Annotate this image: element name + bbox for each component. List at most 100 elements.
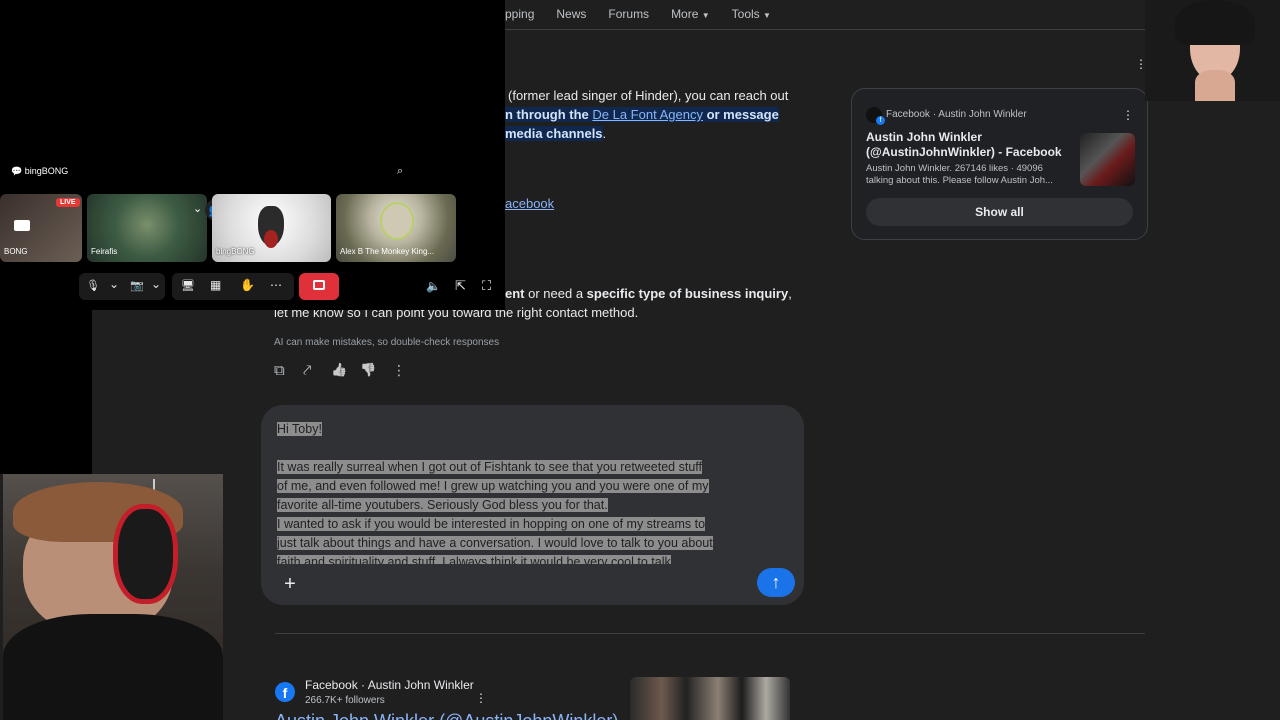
live-badge: LIVE xyxy=(56,198,80,207)
card-title-line: (@AustinJohnWinkler) - Facebook xyxy=(866,145,1062,159)
tab-tools-label: Tools xyxy=(731,7,760,21)
card-more-icon[interactable]: ⋮ xyxy=(1122,108,1134,122)
end-call-icon xyxy=(313,280,325,290)
app-label: 💬 bingBONG xyxy=(11,166,69,176)
thumbs-up-icon[interactable]: 👍 xyxy=(331,362,347,378)
period: . xyxy=(602,126,607,141)
ai-overview-line: media channels. xyxy=(505,124,606,143)
composer-line[interactable]: I wanted to ask if you would be interest… xyxy=(277,515,706,534)
result-title-link[interactable]: Austin John Winkler (@AustinJohnWinkler) xyxy=(275,710,618,720)
participant-tile[interactable]: Alex B The Monkey King... xyxy=(336,194,456,262)
facebook-link[interactable]: acebook xyxy=(505,194,554,213)
result-source[interactable]: Facebook · Austin John Winkler xyxy=(305,678,474,692)
video-call-window: 💬 bingBONG ⌕ LIVE BONG ⌄ Feirafis 👥 bing… xyxy=(0,0,505,310)
camera-off-icon[interactable]: 📷 xyxy=(130,279,144,292)
snippet-line: talking about this. Please follow Austin… xyxy=(866,175,1053,186)
card-title[interactable]: Austin John Winkler (@AustinJohnWinkler) … xyxy=(866,130,1062,160)
overlay-background xyxy=(0,310,92,474)
tab-news[interactable]: News xyxy=(556,7,586,21)
more-options-icon[interactable]: ⋯ xyxy=(270,278,282,292)
ai-overview-line: ent or need a specific type of business … xyxy=(505,284,792,303)
participant-tile[interactable]: LIVE BONG xyxy=(0,194,82,262)
card-thumbnail[interactable] xyxy=(1080,133,1135,186)
apps-icon[interactable]: ▦ xyxy=(210,278,221,292)
chevron-down-icon[interactable]: ⌄ xyxy=(109,277,119,291)
participant-name: Feirafis xyxy=(91,247,118,256)
tab-more[interactable]: More ▼ xyxy=(671,7,710,21)
selected-text: Hi Toby! xyxy=(277,422,322,436)
screen-share-icon xyxy=(14,220,30,231)
selected-text: It was really surreal when I got out of … xyxy=(277,460,702,474)
participant-tile[interactable]: bingBONG xyxy=(212,194,331,262)
thumbs-down-icon[interactable]: 👎 xyxy=(360,362,376,378)
fullscreen-icon[interactable]: ⛶ xyxy=(482,278,491,294)
composer-line-clipped[interactable]: faith and spirituality and stuff. I alwa… xyxy=(277,553,671,564)
composer-line[interactable]: It was really surreal when I got out of … xyxy=(277,458,702,477)
participant-name: bingBONG xyxy=(216,247,255,256)
microphone-icon[interactable]: 🎙 xyxy=(86,279,100,292)
app-label-text: bingBONG xyxy=(24,166,69,176)
highlight-text: or message xyxy=(702,107,779,122)
tab-tools[interactable]: Tools ▼ xyxy=(732,7,771,21)
hair xyxy=(1175,0,1255,45)
zoom-icon[interactable]: ⌕ xyxy=(397,165,403,178)
copy-icon[interactable]: ⧉ xyxy=(274,362,285,379)
hands xyxy=(1195,70,1235,101)
caret-down-icon: ▼ xyxy=(701,11,710,20)
bold-text: specific type of business inquiry xyxy=(586,286,789,301)
de-la-font-link[interactable]: De La Font Agency xyxy=(592,107,703,122)
text: or need a xyxy=(524,286,587,301)
message-composer[interactable]: Hi Toby! It was really surreal when I go… xyxy=(261,405,804,605)
activities-icon[interactable]: ✋ xyxy=(240,278,255,292)
composer-line[interactable]: of me, and even followed me! I grew up w… xyxy=(277,477,709,496)
snippet-line: Austin John Winkler. 267146 likes · 4909… xyxy=(866,163,1043,174)
ai-overview-line: (former lead singer of Hinder), you can … xyxy=(508,88,789,103)
result-divider xyxy=(275,633,1145,634)
more-options-icon[interactable]: ⋮ xyxy=(475,691,487,705)
composer-line[interactable]: favorite all-time youtubers. Seriously G… xyxy=(277,496,608,515)
share-screen-icon[interactable]: 🖥 xyxy=(181,279,195,292)
selected-text: just talk about things and have a conver… xyxy=(277,536,713,550)
chevron-down-icon: ⌄ xyxy=(193,203,203,215)
facebook-icon: f xyxy=(876,116,885,125)
tab-shopping[interactable]: pping xyxy=(505,7,534,21)
facebook-card[interactable]: f Facebook · Austin John Winkler ⋮ Austi… xyxy=(851,88,1148,240)
highlight-text: media channels xyxy=(505,126,603,141)
participant-tile[interactable]: ⌄ Feirafis xyxy=(87,194,207,262)
share-icon[interactable]: ⤤ xyxy=(303,362,311,379)
add-attachment-button[interactable]: + xyxy=(277,571,303,597)
selected-text: of me, and even followed me! I grew up w… xyxy=(277,479,709,493)
search-tabs: pping News Forums More ▼ Tools ▼ xyxy=(505,0,771,28)
card-source-name: Facebook xyxy=(886,109,930,120)
tab-forums[interactable]: Forums xyxy=(608,7,649,21)
end-call-button[interactable] xyxy=(299,273,339,300)
mic-camera-controls: 🎙 ⌄ 📷 ⌄ xyxy=(79,273,165,300)
avatar-detail xyxy=(264,230,278,248)
card-snippet: Austin John Winkler. 267146 likes · 4909… xyxy=(866,163,1053,187)
call-actions: 🖥 ▦ ✋ ⋯ xyxy=(172,273,294,300)
popout-icon[interactable]: ⇱ xyxy=(455,278,466,294)
card-author: Austin John Winkler xyxy=(938,109,1027,120)
more-options-icon[interactable]: ⋮ xyxy=(392,362,406,379)
headphones xyxy=(113,504,178,604)
volume-icon[interactable]: 🔈 xyxy=(426,279,441,293)
composer-line[interactable]: just talk about things and have a conver… xyxy=(277,534,713,553)
selected-text: I wanted to ask if you would be interest… xyxy=(277,517,706,531)
webcam-feed xyxy=(1145,0,1280,101)
show-all-button[interactable]: Show all xyxy=(866,198,1133,226)
card-source: Facebook · Austin John Winkler xyxy=(886,109,1027,120)
avatar xyxy=(380,202,414,240)
card-title-line: Austin John Winkler xyxy=(866,130,982,144)
result-followers: 266.7K+ followers xyxy=(305,695,385,706)
highlight-text: n through the xyxy=(505,107,593,122)
chevron-down-icon[interactable]: ⌄ xyxy=(151,277,161,291)
result-thumbnails[interactable] xyxy=(630,677,790,720)
send-button[interactable]: ↑ xyxy=(757,568,795,597)
separator: · xyxy=(932,109,937,120)
composer-greeting[interactable]: Hi Toby! xyxy=(277,420,322,439)
text: , xyxy=(788,286,792,301)
bold-text: ent xyxy=(505,286,525,301)
header-divider xyxy=(505,29,1145,30)
ai-disclaimer: AI can make mistakes, so double-check re… xyxy=(274,337,500,348)
jacket xyxy=(3,614,223,720)
